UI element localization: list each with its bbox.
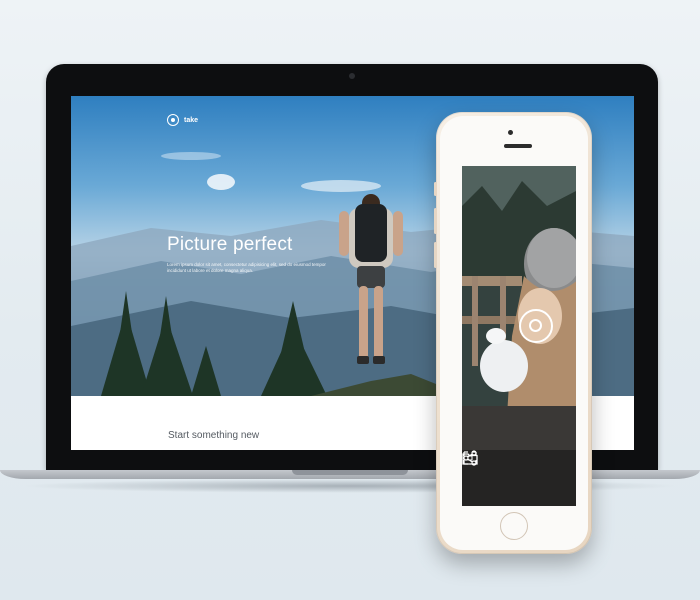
share-icon[interactable] bbox=[462, 450, 478, 466]
phone-front bbox=[440, 116, 588, 550]
phone bbox=[434, 112, 592, 554]
phone-toolbar bbox=[462, 450, 576, 506]
phone-volume-down bbox=[434, 242, 437, 268]
camera-ring-icon[interactable] bbox=[519, 309, 553, 343]
hero-subtext: Lorem ipsum dolor sit amet, consectetur … bbox=[167, 262, 326, 273]
earpiece-speaker bbox=[504, 144, 532, 148]
logo-icon bbox=[167, 114, 179, 126]
section-title: Start something new bbox=[168, 430, 260, 441]
hero-headline: Picture perfect bbox=[167, 234, 293, 255]
laptop-base bbox=[0, 470, 700, 496]
home-button[interactable] bbox=[500, 512, 528, 540]
phone-screen bbox=[462, 166, 576, 506]
laptop-notch bbox=[292, 470, 408, 475]
phone-mute-switch bbox=[434, 182, 437, 196]
brand-name: take bbox=[184, 116, 199, 124]
front-camera bbox=[508, 130, 513, 135]
brand-logo[interactable]: take bbox=[167, 114, 198, 126]
phone-volume-up bbox=[434, 208, 437, 234]
laptop-camera bbox=[349, 73, 355, 79]
